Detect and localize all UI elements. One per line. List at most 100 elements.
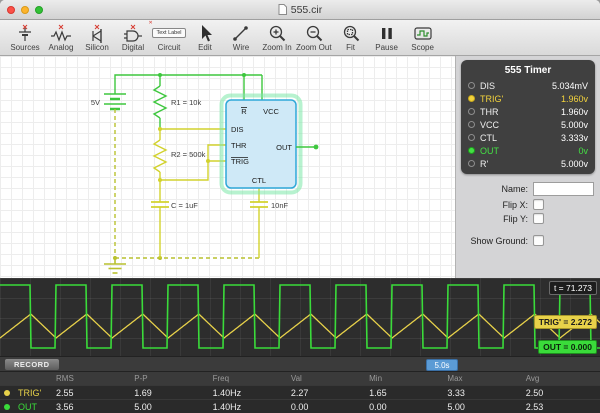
pin-dis-label: DIS: [231, 125, 244, 134]
pin-name: OUT: [480, 146, 499, 156]
pin-value: 5.000v: [561, 159, 588, 169]
out-value-badge: OUT = 0.000: [538, 340, 597, 354]
wire-top-rail[interactable]: [115, 75, 262, 94]
pin-out-label: OUT: [276, 143, 292, 152]
toolbar-analog[interactable]: Analog: [44, 24, 78, 52]
capacitor-c1[interactable]: [151, 180, 169, 258]
pin-radio-icon[interactable]: [468, 108, 475, 115]
record-button[interactable]: RECORD: [4, 358, 60, 371]
toolbar-label: Scope: [411, 43, 434, 52]
window-controls: [7, 6, 43, 14]
scope-stats-table: RMS P-P Freq Val Min Max Avg TRIG' 2.55 …: [0, 372, 600, 413]
pin-radio-icon[interactable]: [468, 160, 475, 167]
r2-label: R2 = 500k: [171, 150, 206, 159]
window-title: 555.cir: [291, 4, 323, 16]
toolbar-sources[interactable]: Sources: [8, 24, 42, 52]
scope-display[interactable]: t = 71.273 TRIG' = 2.272 OUT = 0.000: [0, 278, 600, 356]
c2-label: 10nF: [271, 201, 289, 210]
wire-icon: [232, 24, 250, 43]
flip-y-label: Flip Y:: [462, 214, 528, 224]
toolbar-wire[interactable]: Wire: [224, 24, 258, 52]
toolbar-label: Silicon: [85, 43, 109, 52]
titlebar: 555.cir: [0, 0, 600, 20]
stats-row-trig[interactable]: TRIG' 2.55 1.69 1.40Hz 2.27 1.65 3.33 2.…: [0, 385, 600, 399]
zoom-out-icon: [305, 24, 323, 43]
scope-icon: [413, 24, 433, 43]
ground-symbol[interactable]: [104, 258, 126, 273]
pin-radio-icon[interactable]: [468, 121, 475, 128]
toolbar-pause[interactable]: Pause: [370, 24, 404, 52]
trig-value-badge: TRIG' = 2.272: [534, 315, 597, 329]
pin-row-trig[interactable]: TRIG' 1.960v: [461, 92, 595, 105]
pin-row-ctl[interactable]: CTL 3.333v: [461, 131, 595, 144]
toolbar-silicon[interactable]: Silicon: [80, 24, 114, 52]
close-button[interactable]: [7, 6, 15, 14]
scope-panel: t = 71.273 TRIG' = 2.272 OUT = 0.000 REC…: [0, 278, 600, 413]
minimize-button[interactable]: [21, 6, 29, 14]
resistor-r1[interactable]: [154, 75, 166, 129]
inspector-sidebar: 555 Timer DIS 5.034mV TRIG' 1.960v THR 1…: [456, 56, 600, 278]
battery-icon: [15, 24, 35, 43]
resistor-icon: [50, 24, 72, 43]
toolbar-label: Fit: [346, 43, 355, 52]
pin-row-vcc[interactable]: VCC 5.000v: [461, 118, 595, 131]
toolbar-label: Zoom Out: [296, 43, 332, 52]
stats-row-out[interactable]: OUT 3.56 5.00 1.40Hz 0.00 0.00 5.00 2.53: [0, 399, 600, 413]
stats-header-row: RMS P-P Freq Val Min Max Avg: [0, 372, 600, 385]
pin-row-reset[interactable]: R' 5.000v: [461, 157, 595, 170]
toolbar-label: Pause: [375, 43, 398, 52]
pin-value: 3.333v: [561, 133, 588, 143]
pin-ctl-label: CTL: [252, 176, 266, 185]
toolbar-label: Digital: [122, 43, 144, 52]
pin-radio-icon[interactable]: [468, 95, 475, 102]
scope-controls: RECORD 5.0s: [0, 356, 600, 372]
resistor-r2[interactable]: [154, 129, 166, 180]
toolbar-label: Analog: [49, 43, 74, 52]
circuit-canvas[interactable]: 5V R1 = 10k: [0, 56, 456, 278]
pin-name: CTL: [480, 133, 497, 143]
zoom-window-button[interactable]: [35, 6, 43, 14]
pin-value: 1.960v: [561, 94, 588, 104]
toolbar-zoom-in[interactable]: Zoom In: [260, 24, 294, 52]
diode-icon: [87, 24, 107, 43]
pin-row-dis[interactable]: DIS 5.034mV: [461, 79, 595, 92]
toolbar-digital[interactable]: Digital: [116, 24, 150, 52]
pin-radio-icon[interactable]: [468, 82, 475, 89]
pin-name: R': [480, 159, 488, 169]
pin-value: 1.960v: [561, 107, 588, 117]
battery-5v[interactable]: [104, 94, 126, 109]
pin-radio-icon[interactable]: [468, 134, 475, 141]
pin-row-thr[interactable]: THR 1.960v: [461, 105, 595, 118]
trig-signal-dot-icon: [4, 390, 10, 396]
flip-x-checkbox[interactable]: [533, 199, 544, 210]
text-label-icon: Text Label ✕: [152, 24, 185, 43]
pin-reset-label: R: [241, 107, 247, 116]
pin-radio-icon[interactable]: [468, 147, 475, 154]
pin-vcc-label: VCC: [263, 107, 279, 116]
toolbar-fit[interactable]: Fit: [334, 24, 368, 52]
pin-name: THR: [480, 107, 499, 117]
inspector-title: 555 Timer: [461, 63, 595, 79]
name-input[interactable]: [533, 182, 594, 196]
terminal-x-icon: ✕: [148, 20, 152, 26]
toolbar-label: Wire: [233, 43, 249, 52]
chip-555[interactable]: R VCC DIS THR TRIG CTL OUT: [226, 100, 296, 188]
toolbar: Sources Analog Silicon: [0, 20, 600, 56]
out-signal-dot-icon: [4, 404, 10, 410]
scope-wave-trig: [0, 314, 600, 338]
timescale-chip[interactable]: 5.0s: [426, 359, 458, 371]
toolbar-scope[interactable]: Scope: [406, 24, 440, 52]
toolbar-edit[interactable]: Edit: [188, 24, 222, 52]
pin-row-out[interactable]: OUT 0v: [461, 144, 595, 157]
toolbar-text-label[interactable]: Text Label ✕ Circuit: [152, 24, 186, 52]
toolbar-label: Edit: [198, 43, 212, 52]
show-ground-checkbox[interactable]: [533, 235, 544, 246]
toolbar-zoom-out[interactable]: Zoom Out: [296, 24, 332, 52]
pin-name: DIS: [480, 81, 495, 91]
pin-values-panel: 555 Timer DIS 5.034mV TRIG' 1.960v THR 1…: [461, 60, 595, 174]
battery-label: 5V: [91, 98, 100, 107]
flip-y-checkbox[interactable]: [533, 213, 544, 224]
capacitor-c2[interactable]: [250, 188, 268, 258]
logic-gate-icon: [123, 24, 143, 43]
properties-form: Name: Flip X: Flip Y: Show Ground:: [456, 178, 600, 250]
